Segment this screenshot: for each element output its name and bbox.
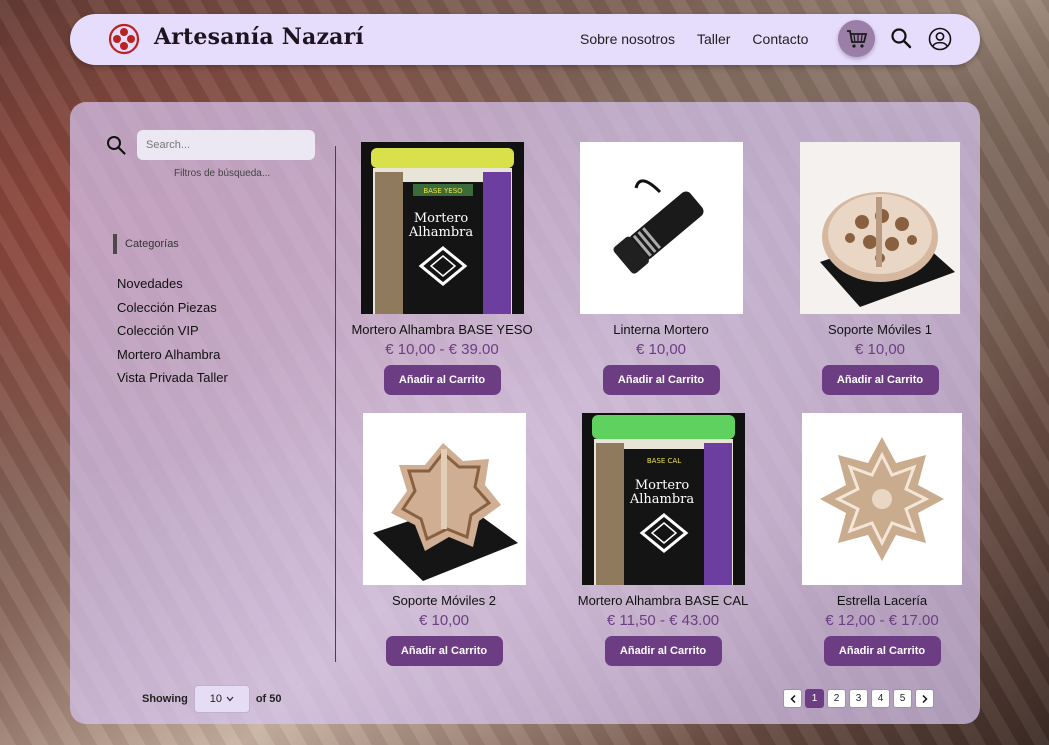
user-icon[interactable] [928,27,952,51]
category-vista-privada-taller[interactable]: Vista Privada Taller [117,370,228,394]
add-to-cart-button[interactable]: Añadir al Carrito [385,636,503,666]
chevron-down-icon [226,696,234,702]
page-3-button[interactable]: 3 [849,689,868,708]
cart-button[interactable] [838,20,875,57]
category-coleccion-piezas[interactable]: Colección Piezas [117,300,228,324]
category-coleccion-vip[interactable]: Colección VIP [117,323,228,347]
product-image[interactable]: BASE CAL Mortero Alhambra [581,413,745,585]
product-price: € 10,00 [418,612,470,629]
category-list: Novedades Colección Piezas Colección VIP… [117,276,228,394]
category-novedades[interactable]: Novedades [117,276,228,300]
chevron-right-icon [921,694,928,703]
product-price: € 10,00 - € 39.00 [385,341,499,358]
page-4-button[interactable]: 4 [871,689,890,708]
sidebar-divider [335,146,336,662]
product-name[interactable]: Estrella Lacería [782,593,982,608]
product-price: € 10,00 [635,341,687,358]
svg-text:Alhambra: Alhambra [628,492,694,507]
product-price: € 10,00 [854,341,906,358]
page-1-button[interactable]: 1 [805,689,824,708]
total-label: of 50 [255,693,282,705]
product-card: BASE YESO Mortero Alhambra Mortero Alham… [342,142,542,395]
nav-sobre-nosotros[interactable]: Sobre nosotros [580,31,675,47]
add-to-cart-button[interactable]: Añadir al Carrito [604,636,722,666]
svg-text:Mortero: Mortero [634,478,688,493]
search-input[interactable] [137,130,315,160]
categories-title: Categorías [113,234,179,254]
category-mortero-alhambra[interactable]: Mortero Alhambra [117,347,228,371]
product-image[interactable]: BASE YESO Mortero Alhambra [360,142,524,314]
product-image[interactable] [800,142,960,314]
nav-taller[interactable]: Taller [697,31,730,47]
sidebar-search-icon[interactable] [106,135,126,155]
page-size-select[interactable]: 10 [193,685,250,713]
add-to-cart-button[interactable]: Añadir al Carrito [602,365,720,395]
product-card: Soporte Móviles 2 € 10,00 Añadir al Carr… [344,413,544,666]
svg-text:BASE YESO: BASE YESO [423,187,463,195]
product-name[interactable]: Soporte Móviles 2 [344,593,544,608]
page-5-button[interactable]: 5 [893,689,912,708]
product-image[interactable] [802,413,962,585]
page-size-value: 10 [209,693,222,705]
product-image[interactable] [579,142,743,314]
product-name[interactable]: Linterna Mortero [561,322,761,337]
brand-name[interactable]: Artesanía Nazarí [154,24,364,50]
svg-text:BASE CAL: BASE CAL [646,457,680,465]
top-header: Artesanía Nazarí Sobre nosotros Taller C… [70,14,980,65]
product-name[interactable]: Soporte Móviles 1 [780,322,980,337]
product-card: BASE CAL Mortero Alhambra Mortero Alhamb… [563,413,763,666]
next-page-button[interactable] [915,689,934,708]
product-name[interactable]: Mortero Alhambra BASE CAL [563,593,763,608]
search-icon[interactable] [890,27,912,49]
main-nav: Sobre nosotros Taller Contacto [580,31,830,47]
prev-page-button[interactable] [783,689,802,708]
chevron-left-icon [789,694,796,703]
product-name[interactable]: Mortero Alhambra BASE YESO [342,322,542,337]
filters-link[interactable]: Filtros de búsqueda... [174,168,270,179]
nav-contacto[interactable]: Contacto [752,31,808,47]
product-price: € 12,00 - € 17.00 [825,612,939,629]
product-card: Estrella Lacería € 12,00 - € 17.00 Añadi… [782,413,982,666]
product-card: Soporte Móviles 1 € 10,00 Añadir al Carr… [780,142,980,395]
add-to-cart-button[interactable]: Añadir al Carrito [821,365,939,395]
svg-text:Alhambra: Alhambra [407,225,473,240]
page-2-button[interactable]: 2 [827,689,846,708]
svg-text:Mortero: Mortero [413,211,467,226]
product-card: Linterna Mortero € 10,00 Añadir al Carri… [561,142,761,395]
pagination-size: Showing 10 of 50 [142,685,282,713]
pagination: 1 2 3 4 5 [783,689,934,708]
add-to-cart-button[interactable]: Añadir al Carrito [383,365,501,395]
showing-label: Showing [142,693,188,705]
catalog-panel: Filtros de búsqueda... Categorías Noveda… [70,102,980,724]
add-to-cart-button[interactable]: Añadir al Carrito [823,636,941,666]
product-image[interactable] [362,413,526,585]
logo-icon[interactable] [108,23,140,55]
cart-icon [846,29,867,48]
product-price: € 11,50 - € 43.00 [606,612,720,629]
